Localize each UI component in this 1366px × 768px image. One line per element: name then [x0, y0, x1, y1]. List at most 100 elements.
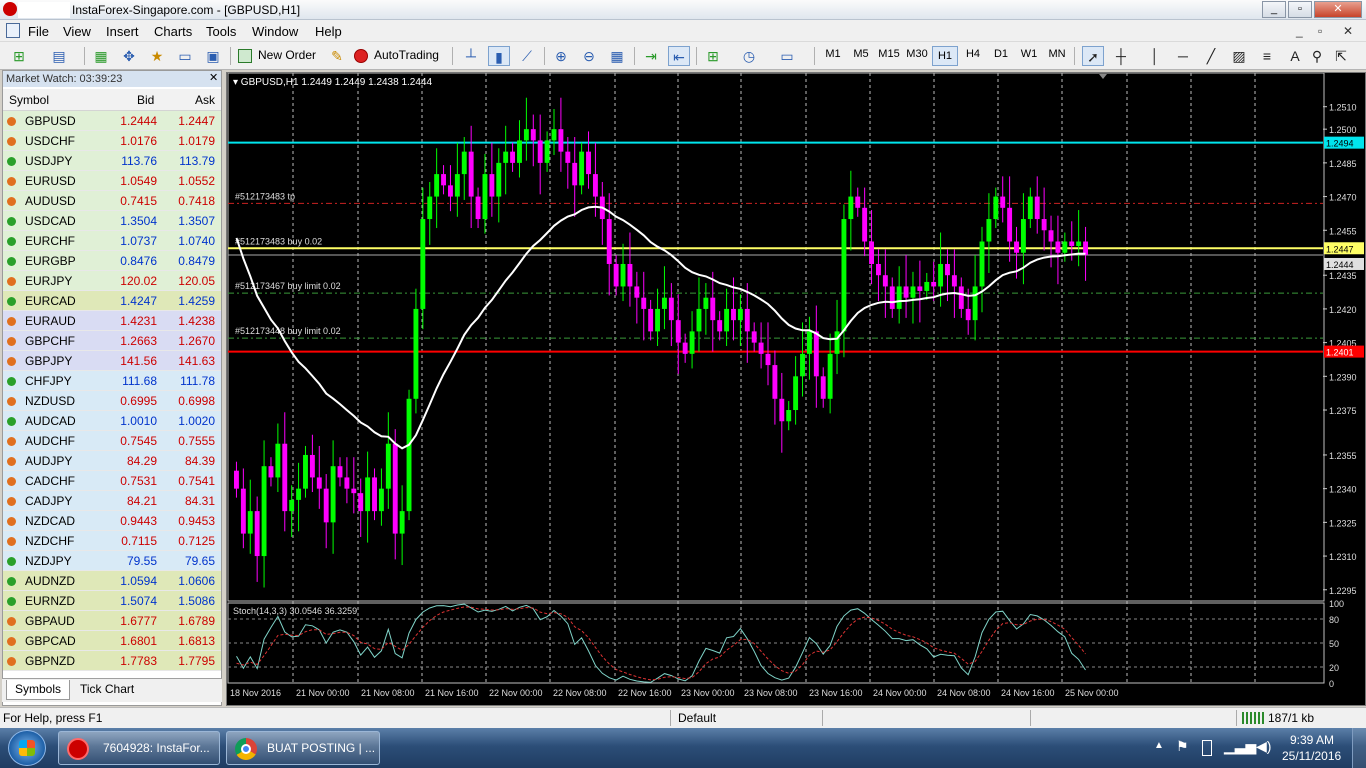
child-close-button[interactable]: ✕ [1343, 24, 1353, 38]
cursor-icon[interactable]: ➚ [1082, 46, 1104, 66]
market-watch-row[interactable]: EURGBP 0.8476 0.8479 [3, 251, 221, 271]
market-watch-row[interactable]: GBPAUD 1.6777 1.6789 [3, 611, 221, 631]
menu-view[interactable]: View [63, 24, 91, 39]
new-chart-icon[interactable]: ⊞ [8, 46, 30, 66]
chart-shift-icon[interactable]: ⇤ [668, 46, 690, 66]
terminal-icon[interactable]: ▭ [174, 46, 196, 66]
vline-icon[interactable]: │ [1144, 46, 1166, 66]
clock-date[interactable]: 25/11/2016 [1282, 749, 1341, 763]
indicators-icon[interactable]: ⊞ [702, 46, 724, 66]
market-watch-row[interactable]: CADJPY 84.21 84.31 [3, 491, 221, 511]
col-bid[interactable]: Bid [137, 89, 154, 111]
expert-icon[interactable]: ✎ [326, 46, 348, 66]
zoom-in-icon[interactable]: ⊕ [550, 46, 572, 66]
tester-icon[interactable]: ▣ [202, 46, 224, 66]
market-watch-row[interactable]: USDCHF 1.0176 1.0179 [3, 131, 221, 151]
col-symbol[interactable]: Symbol [9, 89, 49, 111]
market-watch-row[interactable]: EURNZD 1.5074 1.5086 [3, 591, 221, 611]
taskbar-app-chrome[interactable]: BUAT POSTING | ... [226, 731, 380, 765]
taskbar-app-instaforex[interactable]: 7604928: InstaFor... [58, 731, 220, 765]
market-watch-row[interactable]: USDCAD 1.3504 1.3507 [3, 211, 221, 231]
navigator-icon[interactable]: ★ [146, 46, 168, 66]
market-watch-row[interactable]: EURAUD 1.4231 1.4238 [3, 311, 221, 331]
channel-icon[interactable]: ▨ [1228, 46, 1250, 66]
maximize-button[interactable]: ▫ [1288, 1, 1312, 18]
tf-m15[interactable]: M15 [876, 48, 902, 60]
market-watch-row[interactable]: USDJPY 113.76 113.79 [3, 151, 221, 171]
col-ask[interactable]: Ask [195, 89, 215, 111]
battery-icon[interactable] [1202, 740, 1212, 756]
periods-icon[interactable]: ◷ [738, 46, 760, 66]
market-watch-row[interactable]: AUDCHF 0.7545 0.7555 [3, 431, 221, 451]
hline-icon[interactable]: ─ [1172, 46, 1194, 66]
market-watch-row[interactable]: NZDCAD 0.9443 0.9453 [3, 511, 221, 531]
menu-help[interactable]: Help [315, 24, 342, 39]
data-window-icon[interactable]: ✥ [118, 46, 140, 66]
market-watch-row[interactable]: NZDUSD 0.6995 0.6998 [3, 391, 221, 411]
child-minimize-button[interactable]: _ [1296, 24, 1303, 38]
tile-icon[interactable]: ▦ [606, 46, 628, 66]
menu-insert[interactable]: Insert [106, 24, 139, 39]
autotrading-button[interactable]: AutoTrading [352, 46, 444, 66]
market-watch-row[interactable]: GBPCHF 1.2663 1.2670 [3, 331, 221, 351]
market-watch-row[interactable]: CHFJPY 111.68 111.78 [3, 371, 221, 391]
market-watch-row[interactable]: AUDUSD 0.7415 0.7418 [3, 191, 221, 211]
flag-icon[interactable]: ⚑ [1176, 738, 1189, 755]
market-watch-row[interactable]: AUDCAD 1.0010 1.0020 [3, 411, 221, 431]
market-watch-row[interactable]: AUDNZD 1.0594 1.0606 [3, 571, 221, 591]
market-watch-icon[interactable]: ▦ [90, 46, 112, 66]
tf-d1[interactable]: D1 [988, 48, 1014, 60]
market-watch-row[interactable]: CADCHF 0.7531 0.7541 [3, 471, 221, 491]
market-watch-row[interactable]: EURCAD 1.4247 1.4259 [3, 291, 221, 311]
label-tool-icon[interactable]: ⚲ [1306, 46, 1328, 66]
zoom-out-icon[interactable]: ⊖ [578, 46, 600, 66]
market-watch-row[interactable]: GBPJPY 141.56 141.63 [3, 351, 221, 371]
market-watch-row[interactable]: EURCHF 1.0737 1.0740 [3, 231, 221, 251]
text-tool[interactable]: A [1284, 46, 1306, 66]
menu-file[interactable]: File [28, 24, 49, 39]
market-watch-row[interactable]: GBPNZD 1.7783 1.7795 [3, 651, 221, 671]
volume-icon[interactable]: ◀) [1256, 738, 1271, 755]
show-hidden-icons[interactable]: ▲ [1154, 740, 1164, 751]
templates-icon[interactable]: ▭ [776, 46, 798, 66]
tf-mn[interactable]: MN [1044, 48, 1070, 60]
show-desktop-button[interactable] [1352, 728, 1366, 768]
tf-h4[interactable]: H4 [960, 48, 986, 60]
tab-tick-chart[interactable]: Tick Chart [80, 682, 134, 696]
trendline-icon[interactable]: ╱ [1200, 46, 1222, 66]
fibo-icon[interactable]: ≡ [1256, 46, 1278, 66]
tf-m30[interactable]: M30 [904, 48, 930, 60]
minimize-button[interactable]: _ [1262, 1, 1286, 18]
child-restore-button[interactable]: ▫ [1318, 24, 1322, 38]
candle-chart-icon[interactable]: ▮ [488, 46, 510, 66]
tf-m1[interactable]: M1 [820, 48, 846, 60]
start-button[interactable] [8, 730, 46, 766]
tf-m5[interactable]: M5 [848, 48, 874, 60]
price-chart[interactable]: 1.25101.25001.24851.24701.24551.24351.24… [227, 72, 1365, 705]
menu-tools[interactable]: Tools [206, 24, 236, 39]
tab-symbols[interactable]: Symbols [6, 680, 70, 700]
autoscroll-icon[interactable]: ⇥ [640, 46, 662, 66]
arrows-icon[interactable]: ⇱ [1330, 46, 1352, 66]
bar-chart-icon[interactable]: ┴ [460, 46, 482, 66]
clock-time[interactable]: 9:39 AM [1290, 733, 1334, 747]
market-watch-row[interactable]: AUDJPY 84.29 84.39 [3, 451, 221, 471]
doc-icon[interactable] [6, 23, 20, 38]
menu-window[interactable]: Window [252, 24, 298, 39]
market-watch-row[interactable]: EURJPY 120.02 120.05 [3, 271, 221, 291]
market-watch-row[interactable]: EURUSD 1.0549 1.0552 [3, 171, 221, 191]
market-watch-row[interactable]: GBPUSD 1.2444 1.2447 [3, 111, 221, 131]
market-watch-row[interactable]: NZDJPY 79.55 79.65 [3, 551, 221, 571]
chart-window[interactable]: 1.2510 1.2500 1.2485 1.2470 1.2455 1.2435 1.24… [226, 72, 1366, 706]
menu-charts[interactable]: Charts [154, 24, 192, 39]
new-order-button[interactable]: New Order [236, 46, 322, 66]
line-chart-icon[interactable]: ⟋ [516, 46, 538, 66]
crosshair-icon[interactable]: ┼ [1110, 46, 1132, 66]
profiles-icon[interactable]: ▤ [48, 46, 70, 66]
tf-h1[interactable]: H1 [932, 46, 958, 66]
close-button[interactable]: ✕ [1314, 1, 1362, 18]
market-watch-row[interactable]: NZDCHF 0.7115 0.7125 [3, 531, 221, 551]
signal-icon[interactable]: ▁▃▅ [1224, 738, 1256, 755]
market-watch-row[interactable]: GBPCAD 1.6801 1.6813 [3, 631, 221, 651]
tf-w1[interactable]: W1 [1016, 48, 1042, 60]
